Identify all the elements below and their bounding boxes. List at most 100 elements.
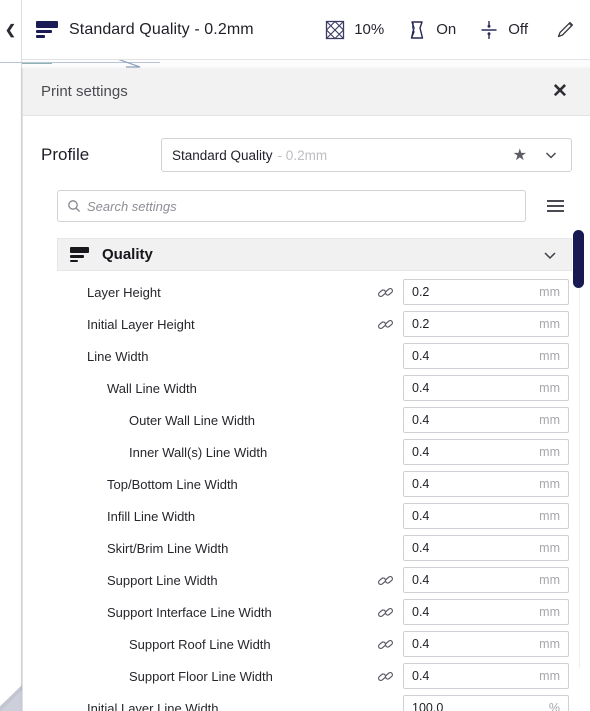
link-chain-icon[interactable] <box>376 283 394 301</box>
build-plate-edge-accent <box>22 63 52 64</box>
pencil-icon[interactable] <box>554 19 576 41</box>
setting-label: Outer Wall Line Width <box>129 412 255 428</box>
setting-value: 0.4 <box>412 573 430 587</box>
sidebar-collapse-button[interactable]: ❮ <box>0 0 22 60</box>
print-settings-dialog: Print settings ✕ Profile Standard Qualit… <box>22 68 590 711</box>
setting-row: Support Floor Line Width 0.4 mm <box>41 660 572 692</box>
infill-value: 10% <box>354 21 385 38</box>
support-summary[interactable]: On <box>406 19 456 41</box>
search-icon <box>68 200 81 213</box>
setting-value-field[interactable]: 100.0% <box>403 695 569 711</box>
setting-value-field[interactable]: 0.4 mm <box>403 535 569 561</box>
setting-value-field[interactable]: 0.4 mm <box>403 599 569 625</box>
star-icon[interactable]: ★ <box>513 145 527 165</box>
setting-value: 0.4 <box>412 541 430 555</box>
setting-row: Inner Wall(s) Line Width 0.4 mm <box>41 436 572 468</box>
setting-row: Layer Height 0.2 mm <box>41 276 572 308</box>
setting-value: 0.2 <box>412 317 430 331</box>
setting-unit: mm <box>539 477 560 491</box>
setting-row: Wall Line Width 0.4 mm <box>41 372 572 404</box>
dialog-header: Print settings ✕ <box>23 68 590 116</box>
setting-label: Support Interface Line Width <box>107 604 272 620</box>
adhesion-value: Off <box>508 21 528 38</box>
setting-row: Outer Wall Line Width 0.4 mm <box>41 404 572 436</box>
setting-unit: mm <box>539 573 560 587</box>
category-quality: Quality <box>57 238 572 271</box>
link-chain-icon[interactable] <box>376 667 394 685</box>
dialog-body: Profile Standard Quality - 0.2mm ★ Searc… <box>23 116 590 711</box>
setting-unit: mm <box>539 509 560 523</box>
setting-value: 0.4 <box>412 349 430 363</box>
quality-icon <box>70 247 89 263</box>
setting-value: 0.4 <box>412 477 430 491</box>
hamburger-menu-icon[interactable] <box>538 200 572 212</box>
setting-row: Initial Layer Height 0.2 mm <box>41 308 572 340</box>
setting-label: Wall Line Width <box>107 380 197 396</box>
close-icon[interactable]: ✕ <box>548 80 572 104</box>
app-root: ❮ Standard Quality - 0.2mm 10% On Off Pr… <box>0 0 590 711</box>
setting-value-field[interactable]: 0.4 mm <box>403 503 569 529</box>
setting-row: Initial Layer Line Width 100.0% <box>41 692 572 711</box>
setting-value-field[interactable]: 0.2 mm <box>403 311 569 337</box>
chevron-down-icon[interactable] <box>543 147 559 163</box>
setting-row: Support Interface Line Width 0.4 mm <box>41 596 572 628</box>
setting-label: Support Line Width <box>107 572 218 588</box>
setting-unit: mm <box>539 381 560 395</box>
setting-unit: mm <box>539 445 560 459</box>
link-chain-icon[interactable] <box>376 603 394 621</box>
category-quality-title: Quality <box>102 246 153 263</box>
chevron-left-icon: ❮ <box>5 22 16 37</box>
setting-value-field[interactable]: 0.4 mm <box>403 343 569 369</box>
scrollbar-rail <box>579 288 580 668</box>
setting-label: Skirt/Brim Line Width <box>107 540 229 556</box>
chevron-down-icon[interactable] <box>541 246 559 264</box>
scrollbar-thumb[interactable] <box>573 230 584 288</box>
print-setup-toolbar: Standard Quality - 0.2mm 10% On Off <box>22 0 590 60</box>
setting-label: Infill Line Width <box>107 508 196 524</box>
setting-row: Line Width 0.4 mm <box>41 340 572 372</box>
setting-unit: mm <box>539 349 560 363</box>
profile-select[interactable]: Standard Quality - 0.2mm ★ <box>161 138 572 172</box>
search-box[interactable] <box>57 190 526 222</box>
setting-label: Support Floor Line Width <box>129 668 273 684</box>
print-profile-icon <box>36 21 58 39</box>
setting-value-field[interactable]: 0.4 mm <box>403 663 569 689</box>
setting-value-field[interactable]: 0.4 mm <box>403 471 569 497</box>
setting-label: Inner Wall(s) Line Width <box>129 444 268 460</box>
profile-label: Profile <box>41 145 90 164</box>
setting-label: Layer Height <box>87 284 161 300</box>
setting-unit: mm <box>539 541 560 555</box>
setting-value-field[interactable]: 0.4 mm <box>403 439 569 465</box>
profile-row: Profile Standard Quality - 0.2mm ★ <box>23 116 590 172</box>
setting-value: 0.4 <box>412 445 430 459</box>
setting-value-field[interactable]: 0.4 mm <box>403 375 569 401</box>
setting-value: 100.0 <box>412 701 444 711</box>
infill-summary[interactable]: 10% <box>324 19 384 41</box>
setting-value: 0.2 <box>412 285 430 299</box>
link-chain-icon[interactable] <box>376 571 394 589</box>
setting-value-field[interactable]: 0.4 mm <box>403 407 569 433</box>
toolbar-profile-title: Standard Quality - 0.2mm <box>69 20 254 38</box>
setting-unit: mm <box>539 317 560 331</box>
setting-unit: % <box>548 701 560 711</box>
setting-value-field[interactable]: 0.4 mm <box>403 567 569 593</box>
setting-label: Line Width <box>87 348 149 364</box>
setting-row: Infill Line Width 0.4 mm <box>41 500 572 532</box>
search-input[interactable] <box>87 198 516 214</box>
setting-unit: mm <box>539 605 560 619</box>
setting-unit: mm <box>539 669 560 683</box>
dialog-title: Print settings <box>41 83 128 100</box>
setting-row: Top/Bottom Line Width 0.4 mm <box>41 468 572 500</box>
link-chain-icon[interactable] <box>376 315 394 333</box>
link-chain-icon[interactable] <box>376 635 394 653</box>
search-row <box>23 172 590 222</box>
setting-label: Initial Layer Line Width <box>87 700 219 711</box>
category-quality-header[interactable]: Quality <box>57 238 572 271</box>
support-blocker-icon <box>411 20 424 39</box>
setting-value-field[interactable]: 0.4 mm <box>403 631 569 657</box>
setting-value-field[interactable]: 0.2 mm <box>403 279 569 305</box>
build-plate-adhesion-icon <box>481 20 497 39</box>
settings-scrollbar[interactable] <box>573 230 586 700</box>
setting-row: Support Roof Line Width 0.4 mm <box>41 628 572 660</box>
adhesion-summary[interactable]: Off <box>478 19 528 41</box>
